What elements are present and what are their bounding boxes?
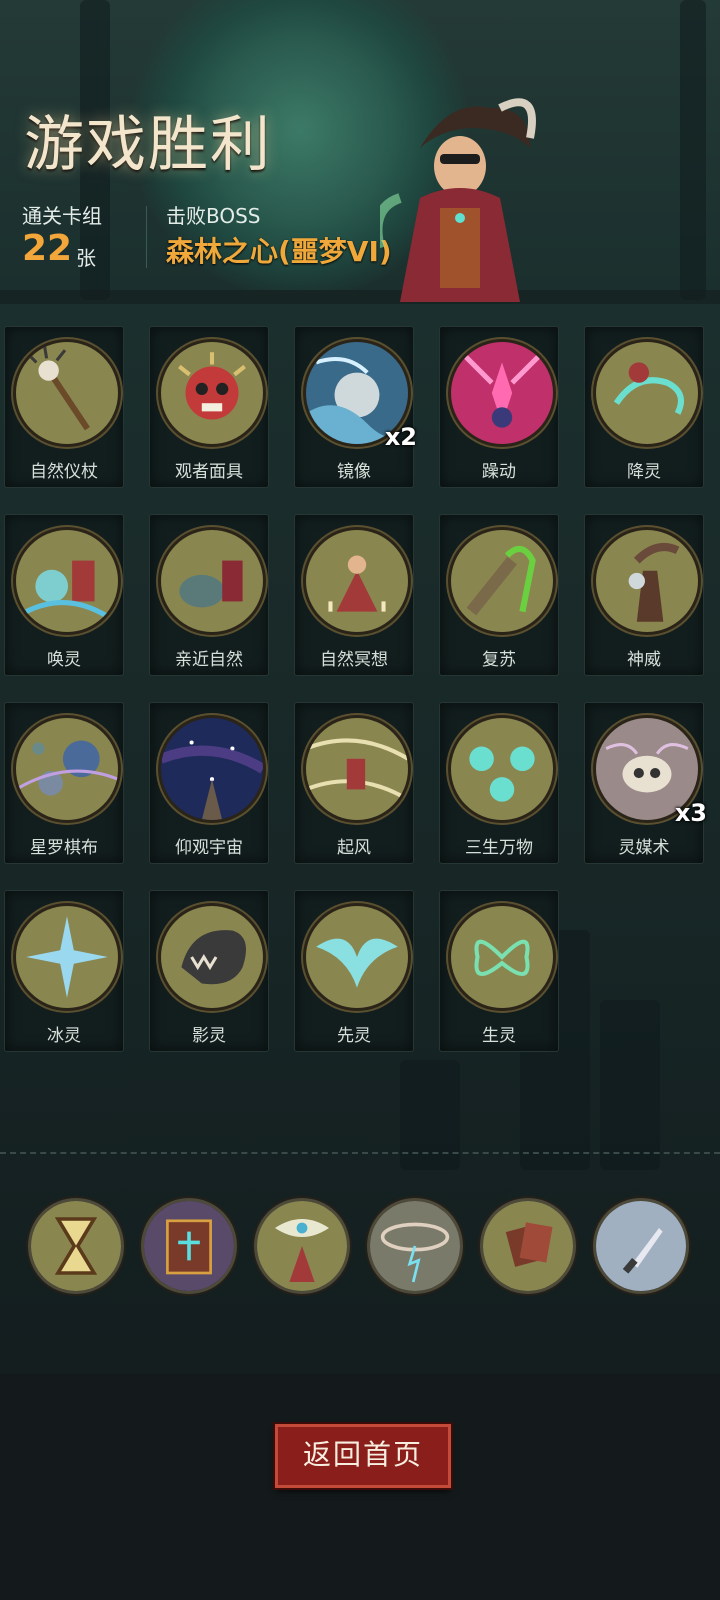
deck-label: 通关卡组 xyxy=(22,204,102,228)
butterfly-spirit-icon xyxy=(448,903,556,1011)
meditation-icon xyxy=(303,527,411,635)
card-name: 躁动 xyxy=(482,462,516,482)
eagle-spirit-icon xyxy=(303,903,411,1011)
card-item[interactable]: 镜像 x2 xyxy=(294,326,417,488)
storm-icon[interactable] xyxy=(367,1198,463,1294)
scroll-cards-icon[interactable] xyxy=(480,1198,576,1294)
card-name: 降灵 xyxy=(627,462,661,482)
seer-eye-icon[interactable] xyxy=(254,1198,350,1294)
card-item[interactable]: 仰观宇宙 xyxy=(149,702,269,864)
rock-silhouette xyxy=(600,1000,660,1170)
card-name: 星罗棋布 xyxy=(30,838,98,858)
revival-icon xyxy=(448,527,556,635)
card-name: 仰观宇宙 xyxy=(175,838,243,858)
card-name: 自然冥想 xyxy=(320,650,388,670)
card-item[interactable]: 自然仪杖 xyxy=(4,326,124,488)
card-name: 生灵 xyxy=(482,1026,516,1046)
deck-unit: 张 xyxy=(76,246,96,270)
cosmos-icon xyxy=(158,715,266,823)
card-name: 三生万物 xyxy=(465,838,533,858)
mask-icon xyxy=(158,339,266,447)
card-item[interactable]: 降灵 xyxy=(584,326,704,488)
card-item[interactable]: 神威 xyxy=(584,514,704,676)
hero-character-portrait xyxy=(380,98,536,302)
card-item[interactable]: 复苏 xyxy=(439,514,559,676)
card-name: 亲近自然 xyxy=(175,650,243,670)
card-name: 灵媒术 xyxy=(618,838,670,858)
card-item[interactable]: 影灵 xyxy=(149,890,269,1052)
card-item[interactable]: 躁动 xyxy=(439,326,559,488)
nature-bond-icon xyxy=(158,527,266,635)
card-name: 镜像 xyxy=(337,462,371,482)
card-name: 神威 xyxy=(627,650,661,670)
shadow-spirit-icon xyxy=(158,903,266,1011)
ice-spirit-icon xyxy=(13,903,121,1011)
boss-name: 森林之心(噩梦VI) xyxy=(166,235,392,268)
card-item[interactable]: 生灵 xyxy=(439,890,559,1052)
frenzy-icon xyxy=(448,339,556,447)
card-item[interactable]: 亲近自然 xyxy=(149,514,269,676)
spirit-call-icon xyxy=(13,527,121,635)
card-count-badge: x2 xyxy=(384,423,417,451)
card-item[interactable]: 观者面具 xyxy=(149,326,269,488)
card-item[interactable]: 起风 xyxy=(294,702,414,864)
card-name: 观者面具 xyxy=(175,462,243,482)
planets-icon xyxy=(13,715,121,823)
hourglass-icon[interactable] xyxy=(28,1198,124,1294)
deck-count: 22 xyxy=(22,228,73,269)
spirit-summon-icon xyxy=(593,339,701,447)
card-item[interactable]: 三生万物 xyxy=(439,702,559,864)
boss-label: 击败BOSS xyxy=(166,204,261,228)
header-divider xyxy=(146,206,147,268)
staff-icon xyxy=(13,339,121,447)
card-name: 起风 xyxy=(337,838,371,858)
card-name: 先灵 xyxy=(337,1026,371,1046)
divine-might-icon xyxy=(593,527,701,635)
tree-silhouette xyxy=(680,0,706,300)
card-count-badge: x3 xyxy=(674,799,707,827)
card-item[interactable]: 自然冥想 xyxy=(294,514,414,676)
ridge xyxy=(0,290,720,304)
card-name: 影灵 xyxy=(192,1026,226,1046)
card-item[interactable]: 灵媒术 x3 xyxy=(584,702,707,864)
card-name: 唤灵 xyxy=(47,650,81,670)
victory-title: 游戏胜利 xyxy=(24,110,272,180)
dagger-icon[interactable] xyxy=(593,1198,689,1294)
spirits-icon xyxy=(448,715,556,823)
card-name: 冰灵 xyxy=(47,1026,81,1046)
card-name: 复苏 xyxy=(482,650,516,670)
return-home-button[interactable]: 返回首页 xyxy=(275,1424,451,1488)
section-divider xyxy=(0,1152,720,1154)
card-item[interactable]: 冰灵 xyxy=(4,890,124,1052)
spellbook-icon[interactable] xyxy=(141,1198,237,1294)
wind-icon xyxy=(303,715,411,823)
card-item[interactable]: 星罗棋布 xyxy=(4,702,124,864)
card-name: 自然仪杖 xyxy=(30,462,98,482)
card-item[interactable]: 唤灵 xyxy=(4,514,124,676)
card-item[interactable]: 先灵 xyxy=(294,890,414,1052)
